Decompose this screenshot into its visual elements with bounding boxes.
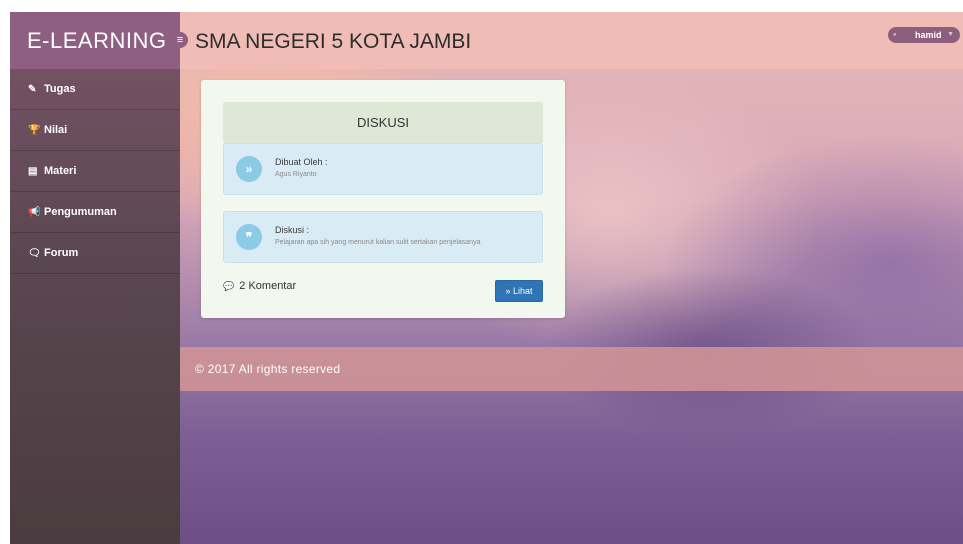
menu-toggle-icon[interactable]: ≡ — [172, 32, 188, 48]
megaphone-icon: 📢 — [28, 206, 41, 218]
book-icon: ▤ — [28, 165, 38, 177]
app-frame: E-LEARNING ✎ Tugas 🏆 Nilai ▤ Materi 📢 Pe… — [10, 12, 963, 544]
topic-text: Pelajaran apa sih yang menurut kalian su… — [275, 239, 481, 246]
topic-label: Diskusi : — [275, 225, 310, 235]
double-chevron-icon: » — [236, 156, 262, 182]
username-label: hamid — [915, 30, 942, 40]
author-panel: » Dibuat Oleh : Agus Riyanto — [223, 143, 543, 195]
brand-logo[interactable]: E-LEARNING — [10, 12, 180, 69]
sidebar-item-label: Tugas — [44, 83, 76, 95]
footer: © 2017 All rights reserved — [180, 347, 963, 391]
page-title: SMA NEGERI 5 KOTA JAMBI — [195, 30, 472, 53]
pencil-icon: ✎ — [28, 83, 37, 95]
trophy-icon: 🏆 — [28, 124, 41, 136]
sidebar-item-label: Materi — [44, 165, 77, 177]
sidebar-item-tugas[interactable]: ✎ Tugas — [10, 69, 180, 110]
comments-icon: 🗨 — [28, 247, 41, 259]
comments-icon: 💬 — [223, 281, 235, 291]
chevron-down-icon: ▼ — [947, 31, 954, 38]
view-button[interactable]: » Lihat — [495, 280, 543, 302]
author-label: Dibuat Oleh : — [275, 157, 328, 167]
avatar-icon: ● — [893, 32, 897, 38]
comment-count-label: 2 Komentar — [239, 280, 297, 292]
sidebar-item-materi[interactable]: ▤ Materi — [10, 151, 180, 192]
sidebar: E-LEARNING ✎ Tugas 🏆 Nilai ▤ Materi 📢 Pe… — [10, 12, 180, 544]
discussion-heading: DISKUSI — [223, 102, 543, 143]
sidebar-item-label: Forum — [44, 247, 79, 259]
author-name: Agus Riyanto — [275, 171, 317, 178]
top-header: ≡ SMA NEGERI 5 KOTA JAMBI ● hamid ▼ — [172, 12, 963, 69]
topic-panel: ❞ Diskusi : Pelajaran apa sih yang menur… — [223, 211, 543, 263]
sidebar-item-nilai[interactable]: 🏆 Nilai — [10, 110, 180, 151]
sidebar-menu: ✎ Tugas 🏆 Nilai ▤ Materi 📢 Pengumuman 🗨 … — [10, 69, 180, 274]
comment-count: 💬 2 Komentar — [223, 280, 296, 292]
sidebar-item-label: Nilai — [44, 124, 68, 136]
discussion-card: DISKUSI » Dibuat Oleh : Agus Riyanto ❞ D… — [201, 80, 565, 318]
quote-icon: ❞ — [236, 224, 262, 250]
sidebar-item-forum[interactable]: 🗨 Forum — [10, 233, 180, 274]
sidebar-item-pengumuman[interactable]: 📢 Pengumuman — [10, 192, 180, 233]
sidebar-item-label: Pengumuman — [44, 206, 117, 218]
user-menu-button[interactable]: ● hamid ▼ — [888, 27, 960, 43]
